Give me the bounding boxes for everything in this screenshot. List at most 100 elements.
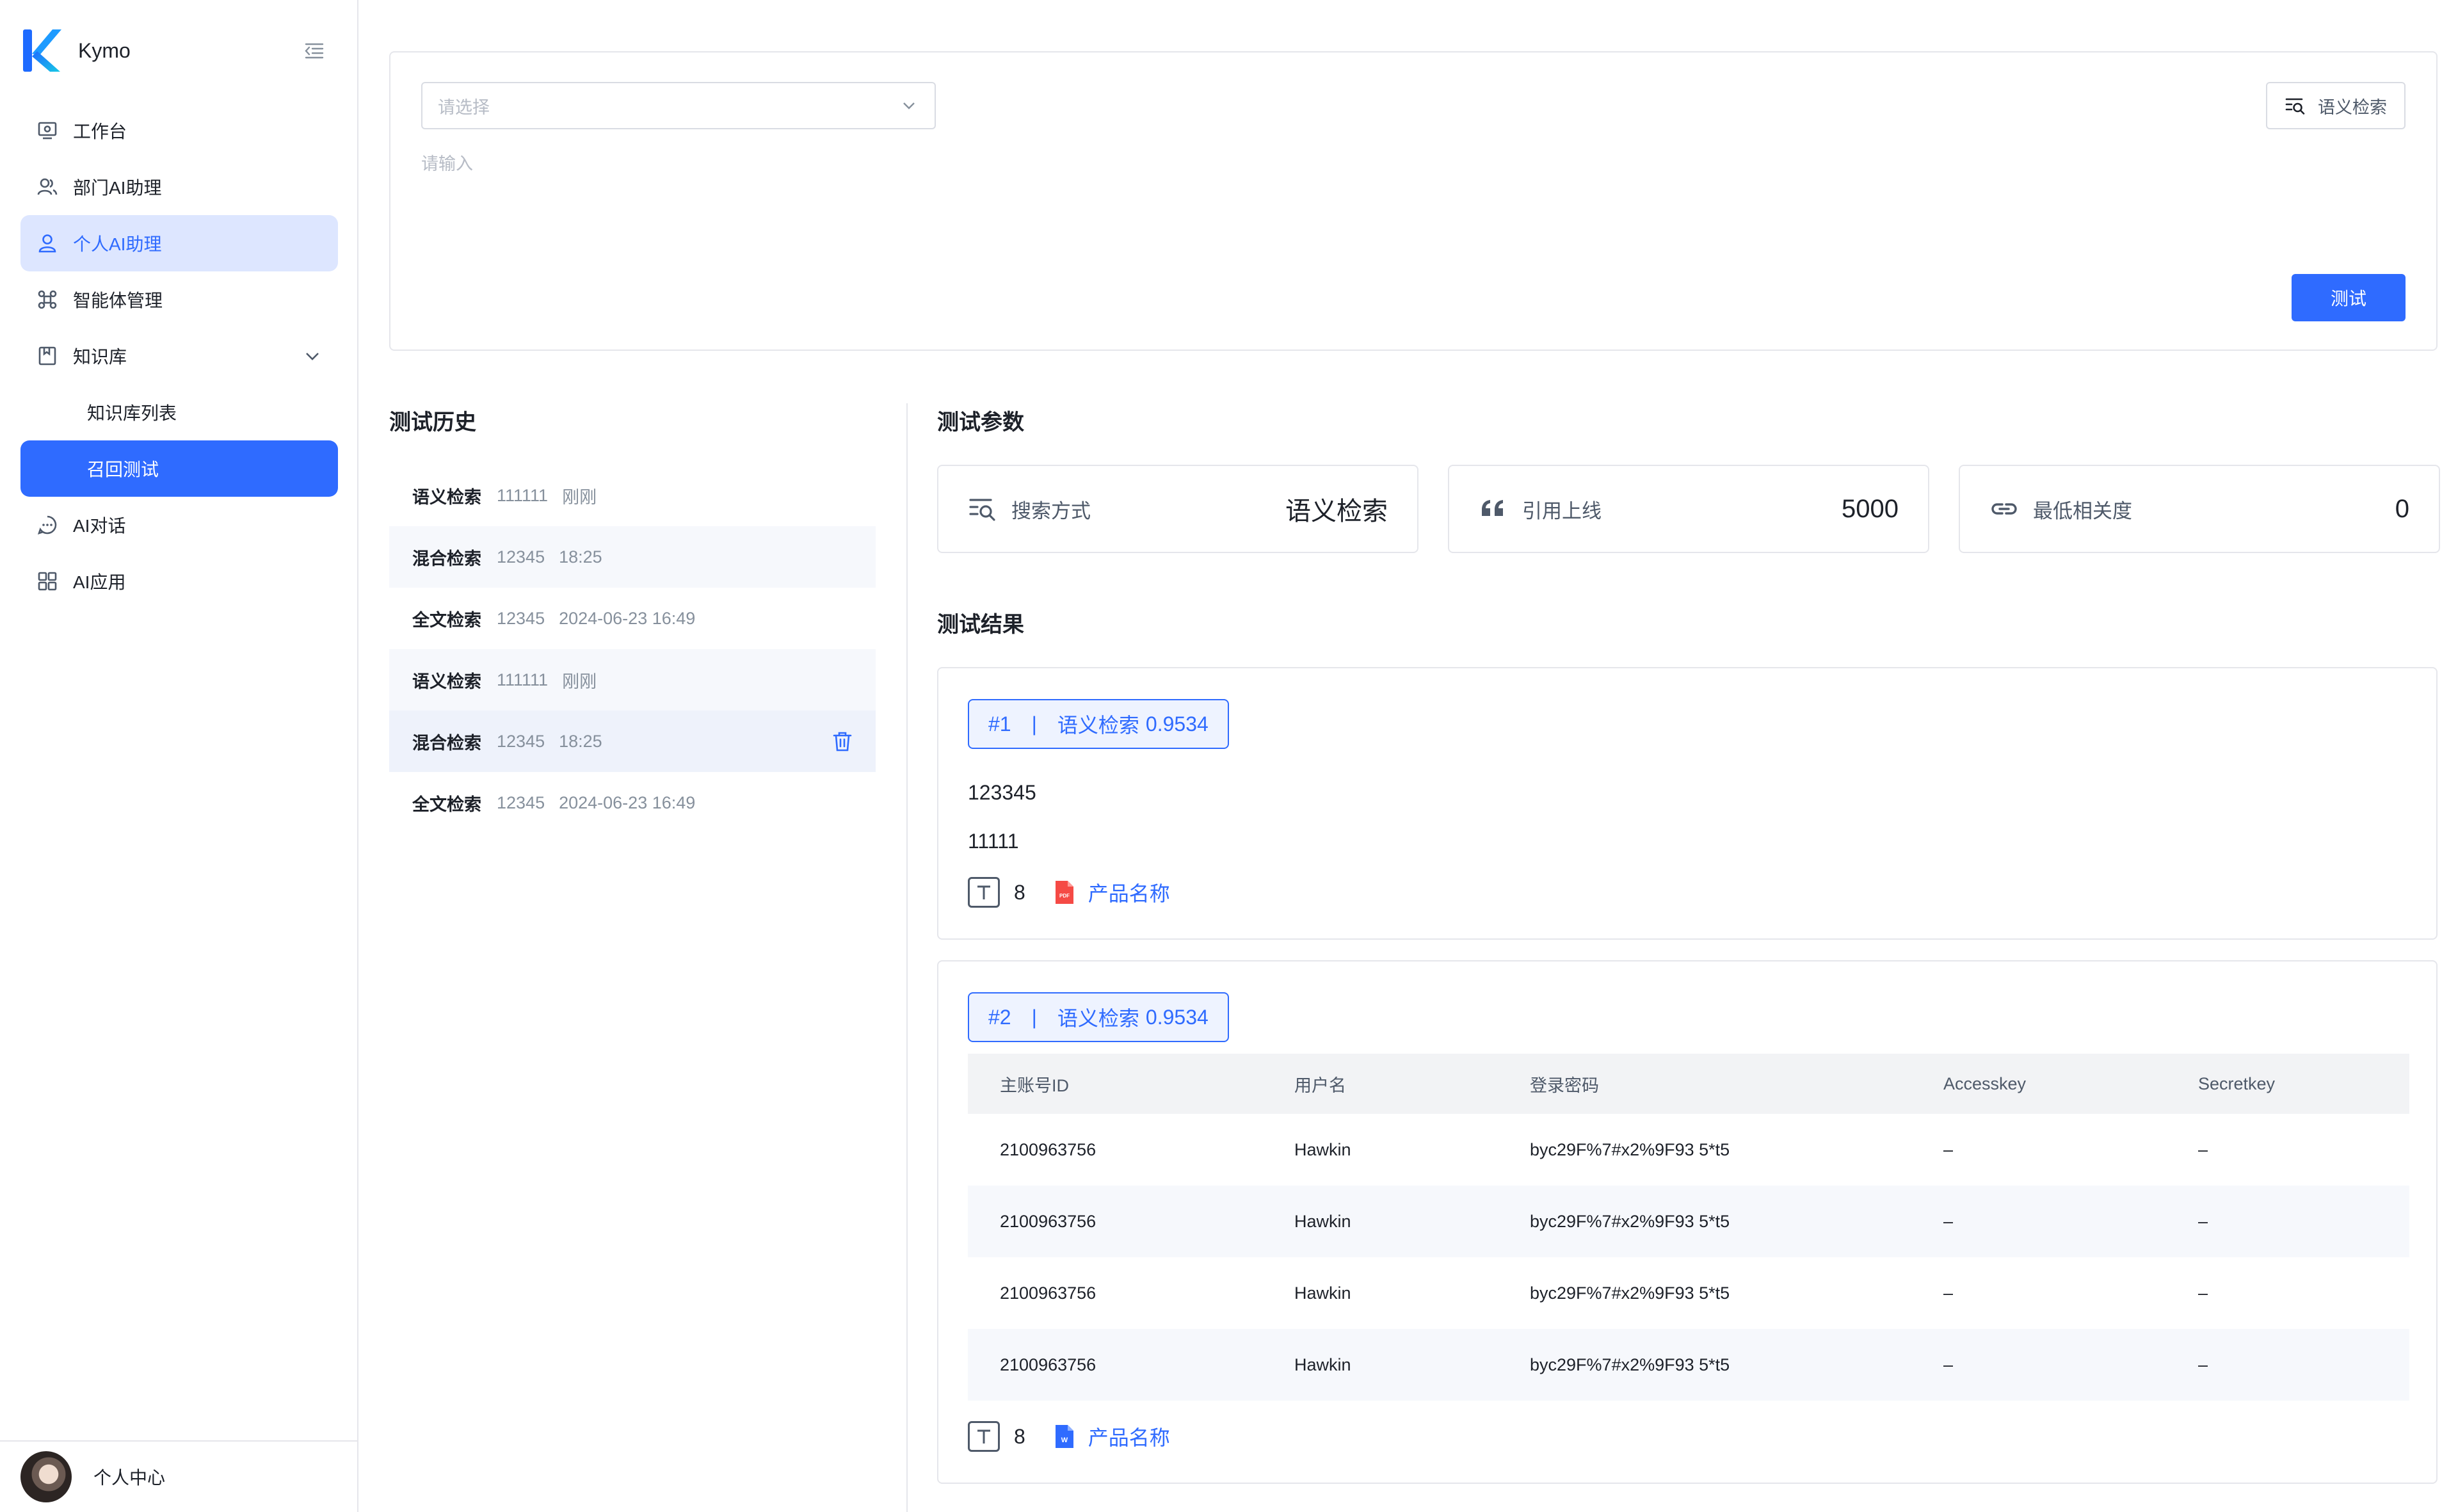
history-item[interactable]: 全文检索 12345 2024-06-23 16:49 bbox=[389, 772, 876, 833]
table-cell: – bbox=[1943, 1283, 1954, 1303]
history-time: 刚刚 bbox=[562, 672, 597, 691]
history-mode: 全文检索 bbox=[412, 610, 481, 630]
sidebar: Kymo 工作台 部门AI助理 个人AI助理 智能体管理 知识库 知识库列表 召… bbox=[0, 0, 358, 1512]
history-mode: 混合检索 bbox=[412, 549, 481, 568]
history-time: 18:25 bbox=[559, 731, 602, 751]
search-mode-button[interactable]: 语义检索 bbox=[2266, 82, 2406, 129]
table-header: Accesskey bbox=[1911, 1054, 2166, 1114]
param-value: 语义检索 bbox=[1285, 497, 1388, 526]
sidebar-item-label: 智能体管理 bbox=[73, 291, 163, 310]
source-file-link[interactable]: 产品名称 bbox=[1088, 878, 1170, 907]
result-table: 主账号ID 用户名 登录密码 Accesskey Secretkey 21009… bbox=[968, 1054, 2409, 1401]
result-rank: #2 bbox=[988, 1005, 1011, 1029]
result-badge: #1 | 语义检索 0.9534 bbox=[968, 699, 1229, 749]
sidebar-item-label: AI应用 bbox=[73, 572, 126, 592]
table-cell: byc29F%7#x2%9F93 5*t5 bbox=[1530, 1139, 1730, 1159]
history-time: 刚刚 bbox=[562, 487, 597, 507]
search-list-icon bbox=[2285, 98, 2305, 115]
knowledge-base-select[interactable]: 请选择 bbox=[421, 82, 936, 129]
sidebar-item-dept-ai-assistant[interactable]: 部门AI助理 bbox=[20, 159, 338, 215]
sidebar-item-label: 知识库 bbox=[73, 347, 127, 367]
table-cell: byc29F%7#x2%9F93 5*t5 bbox=[1498, 1186, 1911, 1257]
column-divider bbox=[906, 403, 908, 1512]
table-header: 登录密码 bbox=[1498, 1054, 1911, 1114]
sidebar-item-workbench[interactable]: 工作台 bbox=[20, 102, 338, 159]
table-row: 2100963756 Hawkin byc29F%7#x2%9F93 5*t5 … bbox=[968, 1257, 2409, 1329]
token-icon bbox=[968, 877, 1000, 908]
svg-text:W: W bbox=[1061, 1436, 1068, 1444]
trash-icon[interactable] bbox=[831, 730, 854, 753]
test-button[interactable]: 测试 bbox=[2292, 274, 2406, 321]
param-value: 0 bbox=[2395, 494, 2409, 523]
history-item[interactable]: 全文检索 12345 2024-06-23 16:49 bbox=[389, 588, 876, 649]
sidebar-item-label: 召回测试 bbox=[87, 460, 159, 479]
chevron-down-icon bbox=[306, 353, 319, 360]
table-cell: 2100963756 bbox=[968, 1329, 1262, 1401]
collapse-sidebar-icon[interactable] bbox=[303, 40, 325, 61]
source-file-link[interactable]: 产品名称 bbox=[1088, 1422, 1170, 1451]
table-cell: Hawkin bbox=[1262, 1329, 1498, 1401]
book-icon bbox=[36, 344, 59, 367]
history-mode: 混合检索 bbox=[412, 733, 481, 753]
history-list: 语义检索 111111 刚刚 混合检索 12345 18:25 全文检索 123… bbox=[389, 465, 876, 833]
select-placeholder: 请选择 bbox=[438, 97, 490, 117]
query-card: 请选择 语义检索 测试 bbox=[389, 51, 2438, 351]
history-title: 测试历史 bbox=[389, 410, 476, 435]
result-rank: #1 bbox=[988, 712, 1011, 736]
result-meta: 8 PDF 产品名称 bbox=[968, 877, 1170, 908]
token-count: 8 bbox=[1014, 880, 1025, 904]
history-query: 12345 bbox=[497, 792, 545, 812]
history-query: 111111 bbox=[497, 670, 549, 689]
brand[interactable]: Kymo bbox=[22, 28, 131, 73]
sidebar-item-recall-test[interactable]: 召回测试 bbox=[20, 440, 338, 497]
token-count: 8 bbox=[1014, 1424, 1025, 1448]
result-line: 123345 bbox=[968, 781, 1036, 804]
history-item[interactable]: 混合检索 12345 18:25 bbox=[389, 711, 876, 772]
table-header: 用户名 bbox=[1262, 1054, 1498, 1114]
chevron-down-icon bbox=[903, 102, 915, 109]
history-item[interactable]: 混合检索 12345 18:25 bbox=[389, 526, 876, 588]
link-icon bbox=[1991, 503, 2017, 515]
result-badge: #2 | 语义检索 0.9534 bbox=[968, 992, 1229, 1042]
sidebar-item-label: 部门AI助理 bbox=[73, 178, 162, 198]
history-query: 12345 bbox=[497, 547, 545, 567]
history-time: 18:25 bbox=[559, 547, 602, 567]
result-mode: 语义检索 bbox=[1057, 714, 1139, 737]
sidebar-item-agent-management[interactable]: 智能体管理 bbox=[20, 271, 338, 328]
history-mode: 语义检索 bbox=[412, 672, 481, 691]
result-line: 11111 bbox=[968, 830, 1019, 853]
svg-text:PDF: PDF bbox=[1059, 893, 1070, 899]
history-time: 2024-06-23 16:49 bbox=[559, 608, 696, 628]
badge-separator: | bbox=[1031, 1005, 1037, 1029]
sidebar-item-label: 工作台 bbox=[73, 122, 127, 141]
user-center[interactable]: 个人中心 bbox=[0, 1440, 358, 1512]
param-label: 最低相关度 bbox=[2033, 499, 2132, 522]
search-list-icon bbox=[969, 499, 995, 521]
result-mode: 语义检索 bbox=[1057, 1007, 1139, 1030]
quote-icon bbox=[1482, 500, 1503, 516]
sidebar-nav: 工作台 部门AI助理 个人AI助理 智能体管理 知识库 知识库列表 召回测试 A… bbox=[20, 102, 338, 609]
app-name: Kymo bbox=[78, 38, 131, 62]
sidebar-item-label: 知识库列表 bbox=[87, 403, 177, 423]
table-cell: 2100963756 bbox=[968, 1186, 1262, 1257]
sidebar-item-ai-apps[interactable]: AI应用 bbox=[20, 553, 338, 609]
params-title: 测试参数 bbox=[937, 410, 1024, 435]
sidebar-item-ai-chat[interactable]: AI对话 bbox=[20, 497, 338, 553]
table-row: 2100963756 Hawkin byc29F%7#x2%9F93 5*t5 … bbox=[968, 1114, 2409, 1186]
history-item[interactable]: 语义检索 111111 刚刚 bbox=[389, 649, 876, 711]
query-input[interactable] bbox=[421, 150, 1957, 278]
grid-icon bbox=[36, 570, 59, 593]
sidebar-item-knowledge-base[interactable]: 知识库 bbox=[20, 328, 338, 384]
sidebar-item-personal-ai-assistant[interactable]: 个人AI助理 bbox=[20, 215, 338, 271]
result-score: 0.9534 bbox=[1145, 1005, 1209, 1029]
table-cell: – bbox=[1943, 1139, 1954, 1159]
history-item[interactable]: 语义检索 111111 刚刚 bbox=[389, 465, 876, 526]
table-row: 2100963756 Hawkin byc29F%7#x2%9F93 5*t5 … bbox=[968, 1186, 2409, 1257]
sidebar-item-knowledge-list[interactable]: 知识库列表 bbox=[20, 384, 338, 440]
badge-separator: | bbox=[1031, 712, 1037, 736]
table-cell: 2100963756 bbox=[1000, 1139, 1096, 1159]
table-cell: – bbox=[2198, 1139, 2208, 1159]
users-icon bbox=[36, 175, 59, 198]
table-cell: Hawkin bbox=[1262, 1186, 1498, 1257]
token-icon bbox=[968, 1421, 1000, 1452]
